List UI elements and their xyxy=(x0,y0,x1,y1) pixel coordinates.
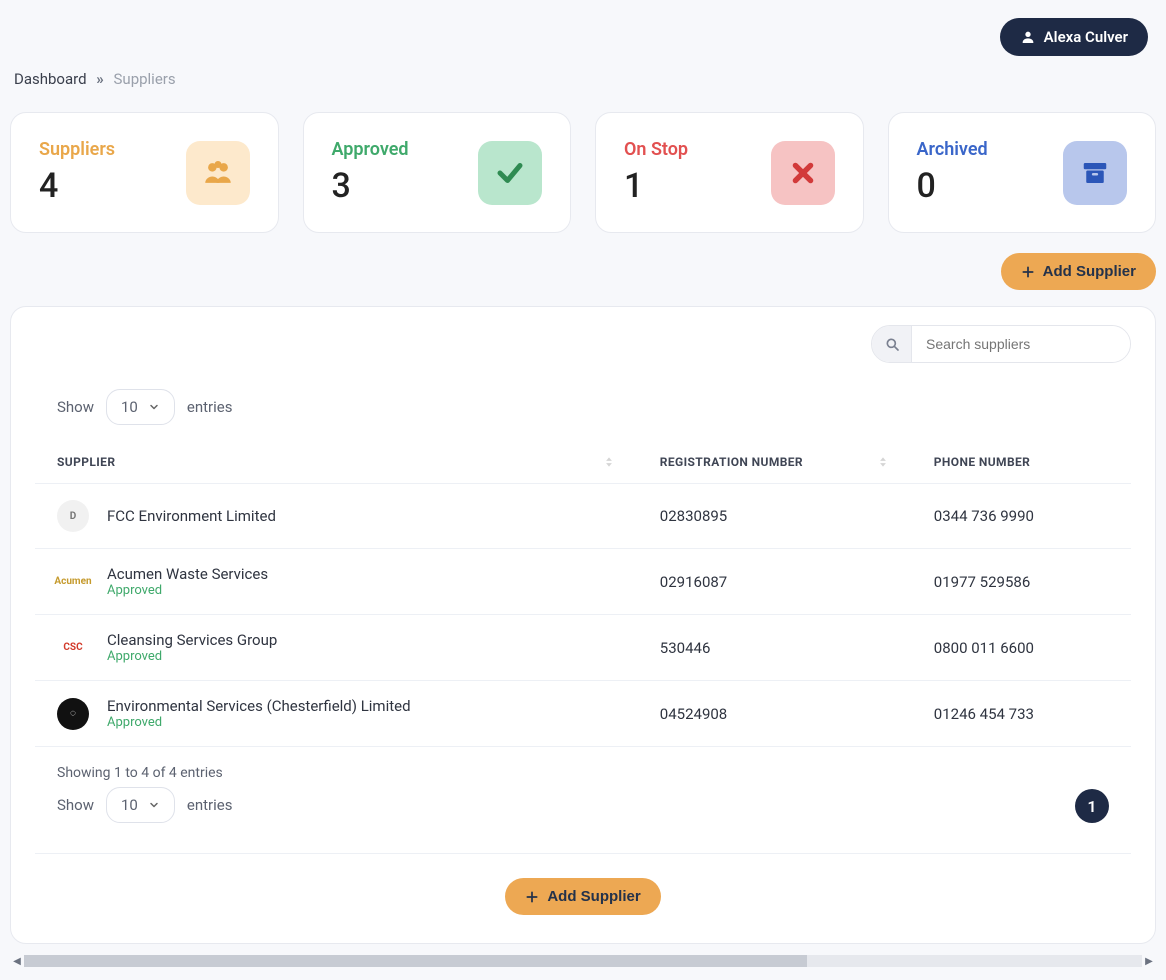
scroll-left-icon[interactable]: ◀ xyxy=(10,954,24,968)
supplier-name: Cleansing Services Group xyxy=(107,631,277,649)
suppliers-table: SUPPLIER REGISTRATION NUMBER PHONE NUMBE… xyxy=(35,441,1131,747)
stat-card-onstop[interactable]: On Stop 1 xyxy=(595,112,864,233)
users-icon xyxy=(186,141,250,205)
page-size-select[interactable]: 10 xyxy=(106,389,175,425)
chevron-down-icon xyxy=(148,799,160,811)
stat-title: On Stop xyxy=(624,139,688,160)
scrollbar-thumb[interactable] xyxy=(24,955,807,967)
sort-icon xyxy=(602,455,616,469)
suppliers-panel: Show 10 entries SUPPLIER REGISTRATION NU… xyxy=(10,306,1156,944)
scrollbar-track[interactable] xyxy=(24,955,1142,967)
stat-count: 4 xyxy=(39,166,115,206)
supplier-name: FCC Environment Limited xyxy=(107,507,276,525)
supplier-reg: 02830895 xyxy=(638,484,912,549)
breadcrumb-current: Suppliers xyxy=(114,70,176,88)
add-supplier-button[interactable]: Add Supplier xyxy=(1001,253,1156,290)
supplier-phone: 0800 011 6600 xyxy=(912,615,1131,681)
supplier-name: Acumen Waste Services xyxy=(107,565,268,583)
sort-icon xyxy=(876,455,890,469)
page-size-value: 10 xyxy=(121,398,138,416)
stat-title: Suppliers xyxy=(39,139,115,160)
supplier-logo: Acumen xyxy=(57,566,89,598)
button-label: Add Supplier xyxy=(547,888,640,905)
user-menu[interactable]: Alexa Culver xyxy=(1000,18,1148,56)
entries-label: entries xyxy=(187,398,233,416)
supplier-logo: CSC xyxy=(57,632,89,664)
supplier-reg: 04524908 xyxy=(638,681,912,747)
show-label: Show xyxy=(57,796,94,814)
button-label: Add Supplier xyxy=(1043,263,1136,280)
plus-icon xyxy=(525,890,539,904)
page-size-value: 10 xyxy=(121,796,138,814)
page-1-button[interactable]: 1 xyxy=(1075,789,1109,823)
search-input[interactable] xyxy=(912,326,1130,362)
table-row[interactable]: CSC Cleansing Services GroupApproved 53044… xyxy=(35,615,1131,681)
supplier-name: Environmental Services (Chesterfield) Li… xyxy=(107,697,411,715)
supplier-phone: 0344 736 9990 xyxy=(912,484,1131,549)
check-icon xyxy=(478,141,542,205)
horizontal-scrollbar[interactable]: ◀ ▶ xyxy=(10,954,1156,968)
search-container xyxy=(871,325,1131,363)
col-phone[interactable]: PHONE NUMBER xyxy=(912,441,1131,484)
stat-title: Approved xyxy=(332,139,409,160)
table-row[interactable]: D FCC Environment Limited 028308950344 736… xyxy=(35,484,1131,549)
showing-text: Showing 1 to 4 of 4 entries xyxy=(57,765,223,781)
supplier-phone: 01246 454 733 xyxy=(912,681,1131,747)
supplier-status: Approved xyxy=(107,715,411,730)
breadcrumb: Dashboard » Suppliers xyxy=(10,12,1156,88)
stat-count: 3 xyxy=(332,166,409,206)
stat-card-archived[interactable]: Archived 0 xyxy=(888,112,1157,233)
table-row[interactable]: Acumen Acumen Waste ServicesApproved 02916… xyxy=(35,549,1131,615)
breadcrumb-separator-icon: » xyxy=(90,70,110,88)
supplier-reg: 02916087 xyxy=(638,549,912,615)
search-icon xyxy=(872,326,912,362)
stat-card-suppliers[interactable]: Suppliers 4 xyxy=(10,112,279,233)
stat-title: Archived xyxy=(917,139,988,160)
user-name: Alexa Culver xyxy=(1044,28,1128,46)
scroll-right-icon[interactable]: ▶ xyxy=(1142,954,1156,968)
plus-icon xyxy=(1021,265,1035,279)
supplier-reg: 530446 xyxy=(638,615,912,681)
supplier-status: Approved xyxy=(107,649,277,664)
entries-label: entries xyxy=(187,796,233,814)
stat-count: 0 xyxy=(917,166,988,206)
page-size-select-bottom[interactable]: 10 xyxy=(106,787,175,823)
user-icon xyxy=(1020,29,1036,45)
x-icon xyxy=(771,141,835,205)
stat-count: 1 xyxy=(624,166,688,206)
breadcrumb-root[interactable]: Dashboard xyxy=(14,70,87,88)
col-supplier[interactable]: SUPPLIER xyxy=(35,441,638,484)
show-label: Show xyxy=(57,398,94,416)
table-row[interactable]: ◌ Environmental Services (Chesterfield) L… xyxy=(35,681,1131,747)
supplier-logo: D xyxy=(57,500,89,532)
chevron-down-icon xyxy=(148,401,160,413)
supplier-status: Approved xyxy=(107,583,268,598)
col-registration[interactable]: REGISTRATION NUMBER xyxy=(638,441,912,484)
supplier-phone: 01977 529586 xyxy=(912,549,1131,615)
stat-card-approved[interactable]: Approved 3 xyxy=(303,112,572,233)
archive-icon xyxy=(1063,141,1127,205)
supplier-logo: ◌ xyxy=(57,698,89,730)
add-supplier-button-bottom[interactable]: Add Supplier xyxy=(505,878,660,915)
